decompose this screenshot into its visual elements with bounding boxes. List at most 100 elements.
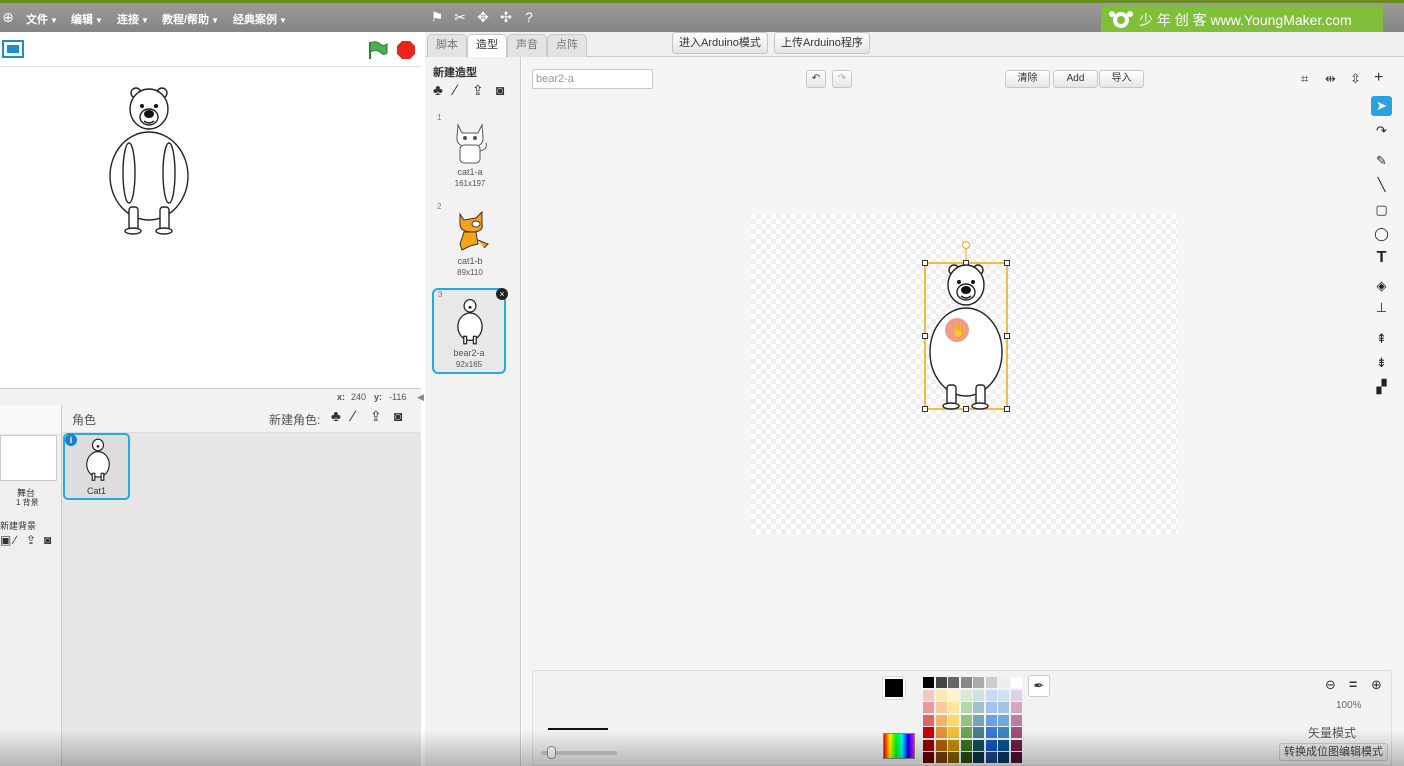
costume-item-selected[interactable]: 3 × bear2-a 92x165: [432, 288, 508, 374]
color-swatch[interactable]: [998, 677, 1009, 688]
color-swatch[interactable]: [985, 714, 997, 726]
zoom-reset-icon[interactable]: =: [1349, 676, 1357, 692]
color-swatch[interactable]: [960, 677, 972, 688]
zoom-out-icon[interactable]: ⊖: [1325, 677, 1336, 693]
redo-icon[interactable]: ↷: [832, 70, 852, 88]
color-swatch[interactable]: [973, 727, 984, 738]
color-swatch[interactable]: [973, 702, 984, 713]
paint-new-sprite-icon[interactable]: ∕: [352, 408, 355, 425]
flip-vertical-icon[interactable]: ⇳: [1350, 71, 1361, 87]
stop-icon[interactable]: [396, 40, 416, 60]
camera-costume-icon[interactable]: ◙: [496, 82, 504, 98]
color-swatch[interactable]: [998, 689, 1009, 701]
color-swatch[interactable]: [973, 714, 984, 726]
color-swatch[interactable]: [998, 752, 1009, 763]
color-swatch[interactable]: [948, 689, 959, 701]
color-swatch[interactable]: [923, 714, 934, 726]
color-swatch[interactable]: [985, 702, 997, 713]
upload-sprite-icon[interactable]: ⇪: [370, 408, 382, 425]
undo-icon[interactable]: ↶: [806, 70, 826, 88]
color-swatch[interactable]: [948, 714, 959, 726]
color-swatch[interactable]: [923, 677, 934, 688]
delete-costume-icon[interactable]: ×: [496, 288, 508, 300]
color-swatch[interactable]: [960, 689, 972, 701]
upload-backdrop-icon[interactable]: ⇪: [26, 533, 36, 547]
color-picker-gradient[interactable]: [883, 733, 915, 759]
tab-costumes[interactable]: 造型: [467, 34, 507, 58]
color-swatch[interactable]: [960, 714, 972, 726]
color-swatch[interactable]: [948, 702, 959, 713]
tab-scripts[interactable]: 脚本: [427, 34, 467, 57]
color-swatch[interactable]: [960, 752, 972, 763]
color-swatch[interactable]: [935, 739, 947, 751]
color-swatch[interactable]: [998, 714, 1009, 726]
color-swatch[interactable]: [998, 702, 1009, 713]
costume-name-input[interactable]: [532, 69, 653, 89]
flip-horizontal-icon[interactable]: ⇹: [1325, 71, 1336, 87]
globe-icon[interactable]: ⊕: [0, 9, 16, 25]
color-swatch[interactable]: [935, 752, 947, 763]
color-swatch[interactable]: [923, 727, 934, 738]
ellipse-tool-icon[interactable]: ◯: [1371, 224, 1392, 244]
color-swatch[interactable]: [1010, 689, 1022, 701]
text-tool-icon[interactable]: T: [1371, 248, 1392, 268]
color-swatch[interactable]: [998, 727, 1009, 738]
costume-item[interactable]: 2 cat1-b 89x110: [433, 202, 507, 284]
color-swatch[interactable]: [960, 727, 972, 738]
ungroup-icon[interactable]: ▞: [1371, 377, 1392, 397]
color-swatch[interactable]: [948, 677, 959, 688]
grow-icon[interactable]: ✥: [475, 9, 491, 25]
color-swatch[interactable]: [1010, 702, 1022, 713]
color-swatch[interactable]: [973, 677, 984, 688]
color-swatch[interactable]: [960, 739, 972, 751]
costume-item[interactable]: 1 cat1-a 161x197: [433, 113, 507, 195]
zoom-in-icon[interactable]: ⊕: [1371, 677, 1382, 693]
reshape-tool-icon[interactable]: ↷: [1371, 121, 1392, 141]
color-swatch[interactable]: [935, 677, 947, 688]
menu-help[interactable]: 教程/帮助 ▼: [162, 11, 219, 27]
color-swatch[interactable]: [973, 739, 984, 751]
arduino-mode-button[interactable]: 进入Arduino模式: [672, 32, 768, 54]
send-backward-icon[interactable]: ⇟: [1371, 353, 1392, 373]
color-swatch[interactable]: [985, 727, 997, 738]
color-swatch[interactable]: [923, 689, 934, 701]
fill-tool-icon[interactable]: ◈: [1371, 276, 1392, 296]
sprite-tile[interactable]: i Cat1: [63, 433, 130, 500]
camera-backdrop-icon[interactable]: ◙: [44, 533, 51, 547]
line-tool-icon[interactable]: ╲: [1371, 175, 1392, 195]
color-swatch[interactable]: [985, 677, 997, 688]
color-swatch[interactable]: [960, 702, 972, 713]
color-swatch[interactable]: [985, 689, 997, 701]
color-swatch[interactable]: [948, 752, 959, 763]
collapse-arrow-icon[interactable]: ◀: [417, 392, 424, 403]
color-swatch[interactable]: [935, 714, 947, 726]
selected-bear-costume[interactable]: ✋: [919, 238, 1015, 414]
color-swatch[interactable]: [935, 689, 947, 701]
color-swatch[interactable]: [973, 689, 984, 701]
menu-file[interactable]: 文件 ▼: [26, 11, 58, 27]
color-swatch[interactable]: [923, 752, 934, 763]
color-swatch[interactable]: [1010, 739, 1022, 751]
paint-backdrop-icon[interactable]: ∕: [14, 533, 16, 547]
add-button[interactable]: Add: [1053, 70, 1098, 88]
eyedropper-icon[interactable]: ✒: [1028, 675, 1050, 697]
backdrop-library-icon[interactable]: ▣: [0, 533, 11, 547]
stage[interactable]: [0, 67, 421, 388]
crop-icon[interactable]: ⌗: [1301, 71, 1308, 87]
convert-to-bitmap-button[interactable]: 转换成位图编辑模式: [1279, 743, 1388, 761]
select-tool-icon[interactable]: ➤: [1371, 96, 1392, 116]
color-swatch[interactable]: [923, 739, 934, 751]
rectangle-tool-icon[interactable]: ▢: [1371, 200, 1392, 220]
camera-sprite-icon[interactable]: ◙: [394, 408, 402, 424]
color-swatch[interactable]: [935, 702, 947, 713]
color-swatch[interactable]: [948, 727, 959, 738]
shrink-icon[interactable]: ✣: [498, 9, 514, 25]
color-swatch[interactable]: [1010, 677, 1022, 688]
color-swatch[interactable]: [935, 727, 947, 738]
paint-costume-icon[interactable]: ∕: [454, 82, 457, 99]
slider-thumb[interactable]: [547, 746, 556, 759]
upload-arduino-button[interactable]: 上传Arduino程序: [774, 32, 870, 54]
tab-sounds[interactable]: 声音: [507, 34, 547, 57]
fullscreen-icon[interactable]: [2, 40, 24, 58]
duplicate-icon[interactable]: ⚑: [429, 9, 445, 25]
